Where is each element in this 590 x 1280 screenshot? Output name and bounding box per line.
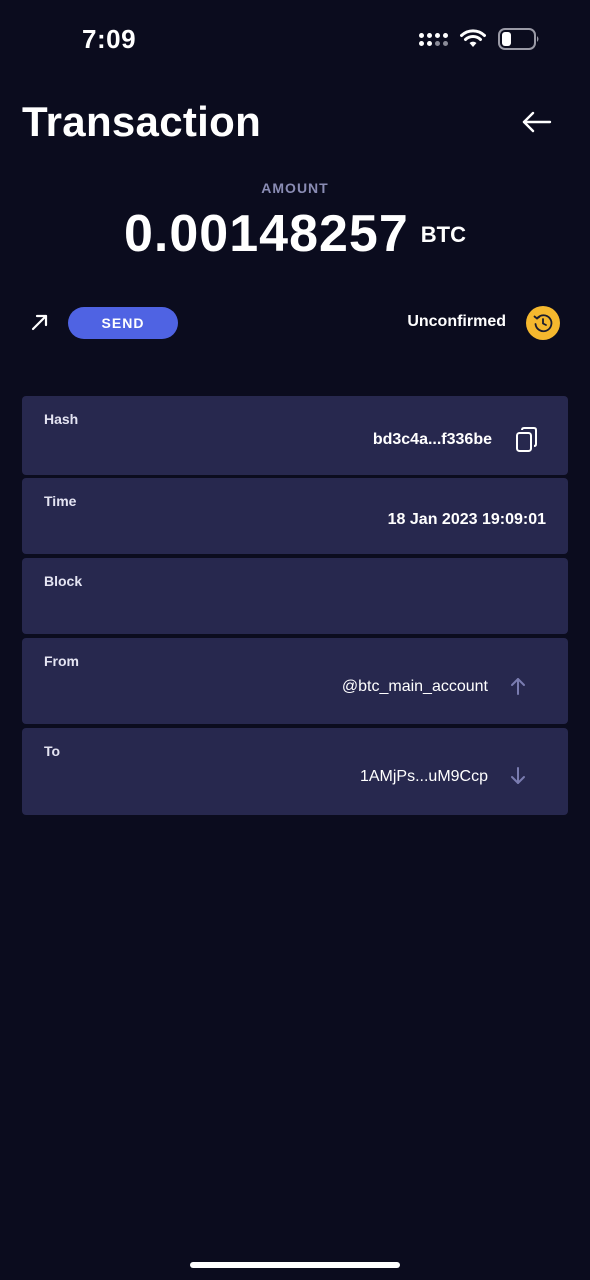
amount-value: 0.00148257 bbox=[124, 205, 409, 263]
status-icons bbox=[419, 28, 540, 50]
page-title: Transaction bbox=[22, 98, 262, 145]
back-arrow-icon bbox=[522, 111, 552, 133]
transaction-type-badge: SEND bbox=[68, 307, 178, 339]
hash-label: Hash bbox=[44, 411, 79, 427]
transaction-status-badge bbox=[526, 306, 560, 340]
to-value: 1AMjPs...uM9Ccp bbox=[359, 768, 488, 785]
outgoing-arrow-icon bbox=[31, 314, 48, 331]
hash-card: Hash bd3c4a...f336be bbox=[22, 396, 568, 475]
copy-hash-button[interactable] bbox=[514, 426, 540, 454]
to-card[interactable]: To 1AMjPs...uM9Ccp bbox=[22, 728, 568, 815]
time-label: Time bbox=[44, 493, 77, 509]
time-card: Time 18 Jan 2023 19:09:01 bbox=[22, 478, 568, 554]
block-label: Block bbox=[44, 573, 83, 589]
transaction-status-label: Unconfirmed bbox=[407, 313, 506, 330]
arrow-up-icon bbox=[511, 678, 525, 695]
hash-value: bd3c4a...f336be bbox=[372, 431, 492, 448]
wifi-icon bbox=[460, 29, 486, 47]
copy-icon bbox=[516, 427, 537, 452]
block-card: Block bbox=[22, 558, 568, 634]
amount-display: 0.00148257 BTC bbox=[0, 204, 590, 264]
amount-unit: BTC bbox=[420, 222, 466, 247]
time-value: 18 Jan 2023 19:09:01 bbox=[387, 511, 546, 528]
transaction-screen: 7:09 Transaction AMOUNT 0.00148257 BTC S… bbox=[0, 0, 590, 1280]
amount-label: AMOUNT bbox=[261, 180, 329, 196]
battery-icon bbox=[498, 28, 539, 50]
home-indicator[interactable] bbox=[190, 1262, 400, 1268]
to-label: To bbox=[44, 743, 61, 759]
arrow-down-icon bbox=[511, 767, 525, 784]
from-label: From bbox=[44, 653, 79, 669]
from-value: @btc_main_account bbox=[341, 678, 488, 695]
pending-clock-icon bbox=[533, 314, 553, 333]
back-button[interactable] bbox=[520, 108, 554, 136]
status-time: 7:09 bbox=[82, 24, 137, 54]
from-card[interactable]: From @btc_main_account bbox=[22, 638, 568, 724]
cellular-signal-icon bbox=[419, 32, 448, 46]
